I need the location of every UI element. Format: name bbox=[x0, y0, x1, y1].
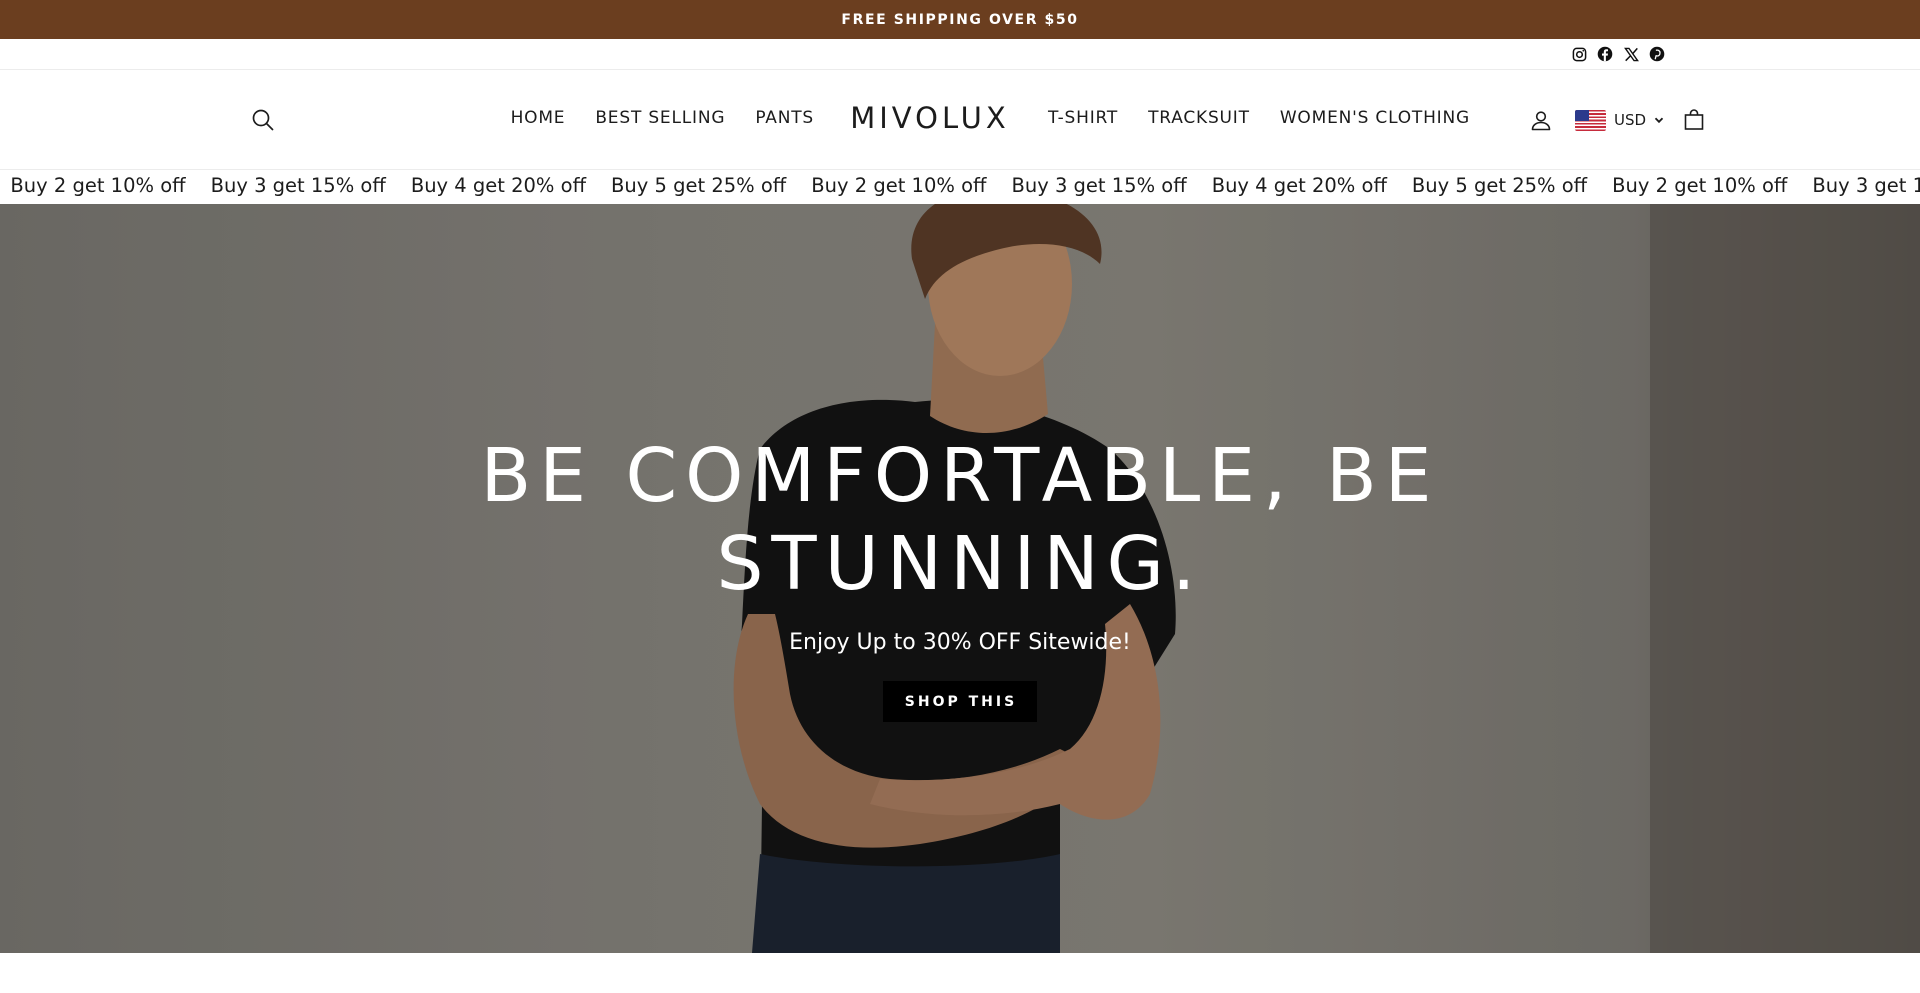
hero-title: BE COMFORTABLE, BE STUNNING. bbox=[480, 433, 1440, 607]
social-bar bbox=[0, 39, 1920, 70]
chevron-down-icon bbox=[1654, 115, 1664, 125]
announcement-bar: FREE SHIPPING OVER $50 bbox=[0, 0, 1920, 39]
promo-item: Buy 3 get 15% off bbox=[210, 174, 386, 197]
promo-item: Buy 5 get 25% off bbox=[1411, 174, 1588, 197]
facebook-icon[interactable] bbox=[1596, 45, 1614, 63]
promo-ticker-track: off Buy 2 get 10% off Buy 3 get 15% off … bbox=[0, 174, 1920, 197]
promo-item: Buy 3 get 15% off bbox=[1812, 174, 1920, 197]
shop-this-button[interactable]: SHOP THIS bbox=[882, 681, 1038, 722]
social-links bbox=[1570, 45, 1666, 63]
search-icon bbox=[252, 109, 274, 131]
main-nav-right: T-SHIRT TRACKSUIT WOMEN'S CLOTHING bbox=[1048, 108, 1470, 128]
promo-item: Buy 4 get 20% off bbox=[1211, 174, 1387, 197]
header-actions: USD bbox=[1527, 106, 1708, 134]
instagram-icon[interactable] bbox=[1570, 45, 1588, 63]
promo-item: Buy 3 get 15% off bbox=[1011, 174, 1187, 197]
promo-item: Buy 2 get 10% off bbox=[811, 174, 987, 197]
promo-item: Buy 4 get 20% off bbox=[410, 174, 587, 197]
promo-item: Buy 2 get 10% off bbox=[1612, 174, 1788, 197]
promo-ticker: off Buy 2 get 10% off Buy 3 get 15% off … bbox=[0, 170, 1920, 204]
cart-button[interactable] bbox=[1680, 106, 1708, 134]
nav-pants[interactable]: PANTS bbox=[755, 108, 814, 128]
x-twitter-icon[interactable] bbox=[1622, 45, 1640, 63]
main-nav-left: HOME BEST SELLING PANTS bbox=[511, 108, 814, 128]
promo-item: Buy 2 get 10% off bbox=[10, 174, 186, 197]
pinterest-icon[interactable] bbox=[1648, 45, 1666, 63]
account-icon bbox=[1531, 111, 1551, 131]
nav-t-shirt[interactable]: T-SHIRT bbox=[1048, 108, 1118, 128]
currency-selector[interactable]: USD bbox=[1575, 109, 1664, 131]
currency-code: USD bbox=[1614, 111, 1647, 129]
nav-tracksuit[interactable]: TRACKSUIT bbox=[1148, 108, 1250, 128]
site-header: HOME BEST SELLING PANTS MIVOLUX T-SHIRT … bbox=[0, 70, 1920, 170]
hero-banner: BE COMFORTABLE, BE STUNNING. Enjoy Up to… bbox=[0, 204, 1920, 953]
cart-icon bbox=[1684, 109, 1704, 130]
hero-subtitle: Enjoy Up to 30% OFF Sitewide! bbox=[789, 630, 1131, 655]
nav-best-selling[interactable]: BEST SELLING bbox=[595, 108, 725, 128]
nav-home[interactable]: HOME bbox=[511, 108, 566, 128]
search-button[interactable] bbox=[250, 107, 278, 135]
promo-item: Buy 5 get 25% off bbox=[611, 174, 787, 197]
site-logo[interactable]: MIVOLUX bbox=[830, 101, 1030, 135]
announcement-text: FREE SHIPPING OVER $50 bbox=[841, 11, 1079, 28]
hero-content: BE COMFORTABLE, BE STUNNING. Enjoy Up to… bbox=[0, 432, 1920, 722]
us-flag-icon bbox=[1575, 109, 1606, 131]
nav-womens-clothing[interactable]: WOMEN'S CLOTHING bbox=[1280, 108, 1470, 128]
account-button[interactable] bbox=[1527, 106, 1555, 134]
